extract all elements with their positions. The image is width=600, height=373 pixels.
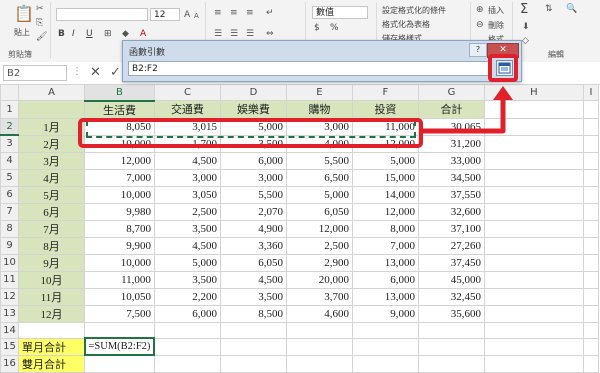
annotation-arrow [423, 86, 513, 134]
